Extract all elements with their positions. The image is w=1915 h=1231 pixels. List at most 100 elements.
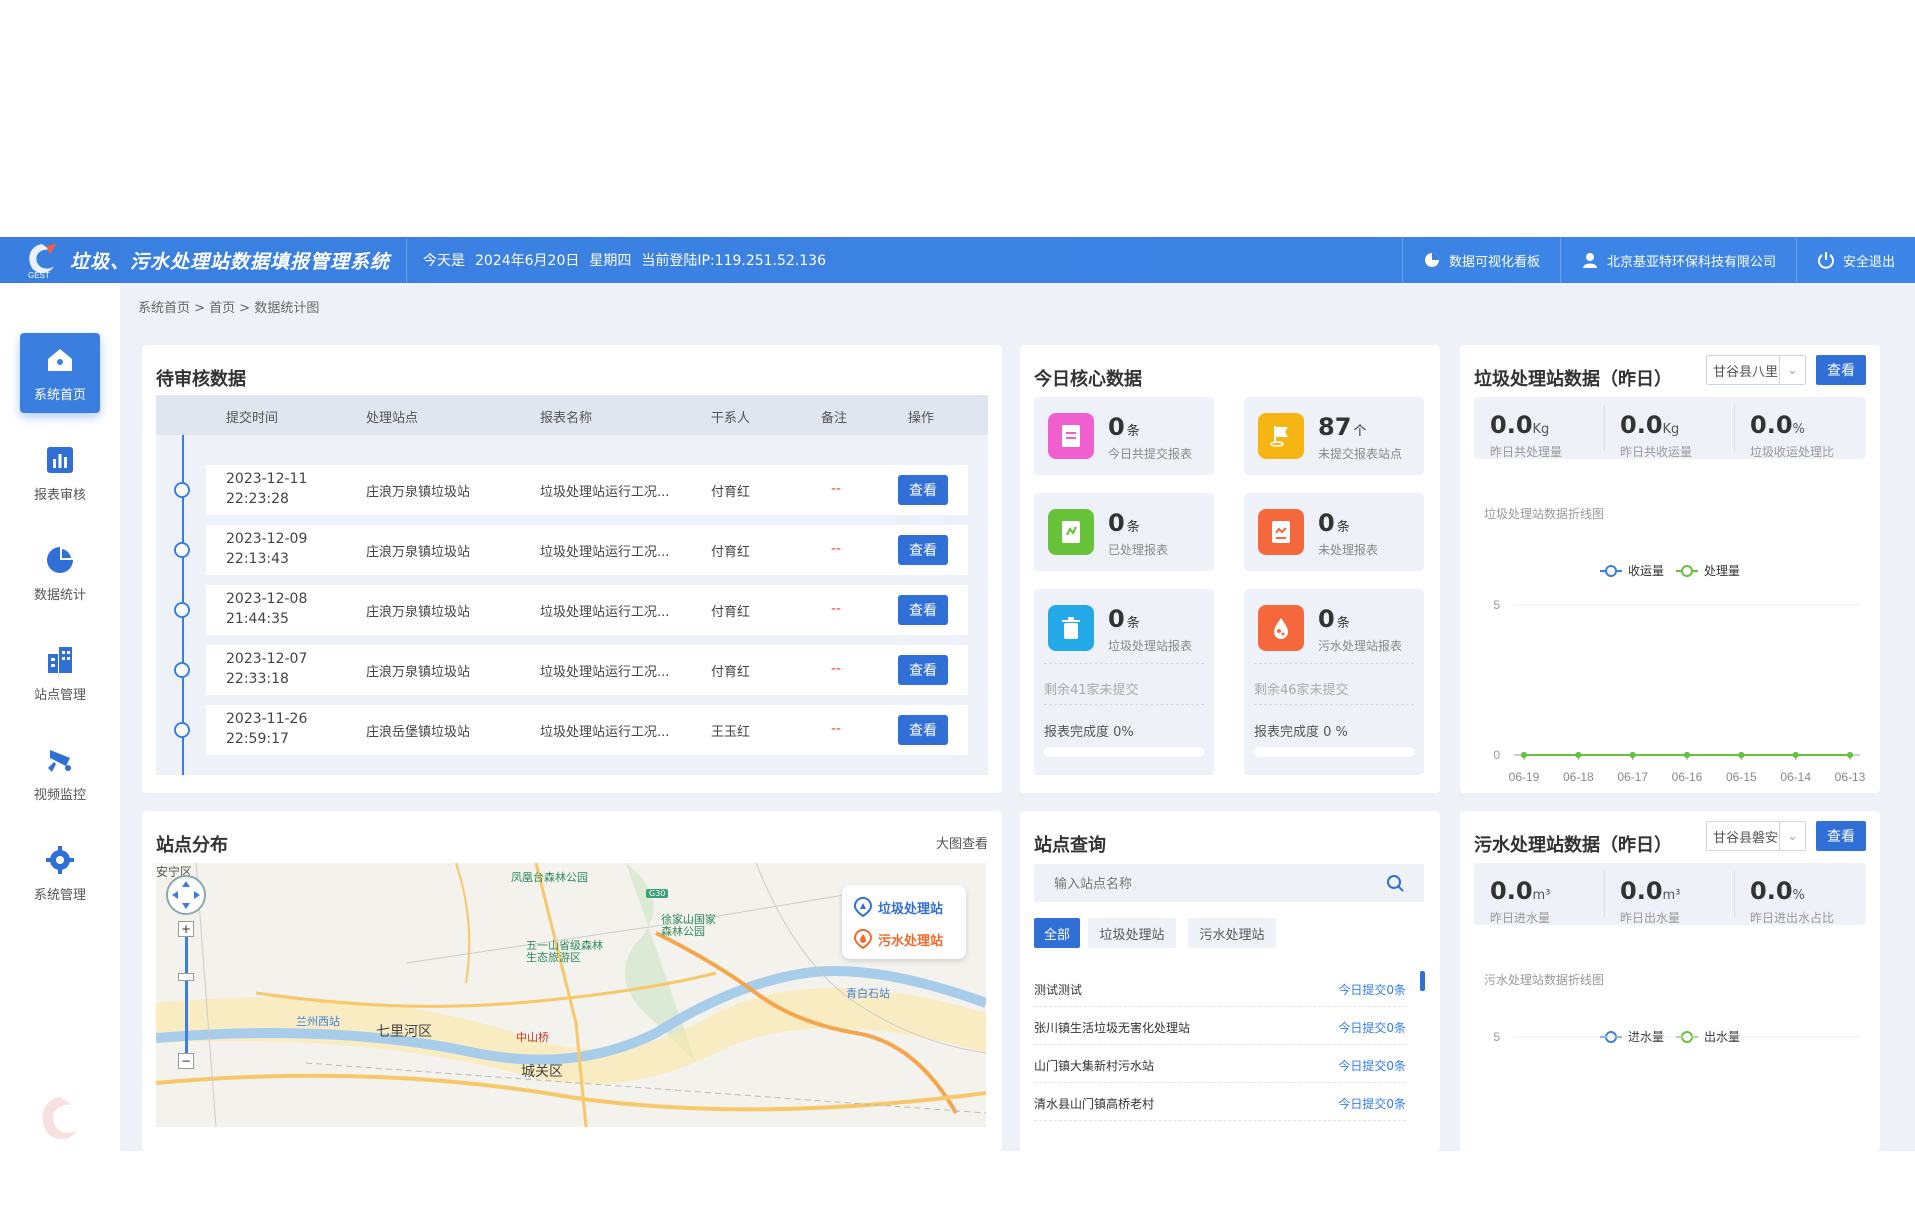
row-date: 2023-11-26: [226, 711, 308, 727]
zoom-slider-handle[interactable]: [178, 973, 194, 981]
list-item[interactable]: 山门镇大集新村污水站 今日提交0条: [1034, 1045, 1406, 1083]
zoom-in-button[interactable]: +: [178, 921, 194, 937]
sidebar-item-system[interactable]: 系统管理: [20, 833, 100, 913]
row-time: 22:23:28: [226, 491, 289, 507]
core-unit: 条: [1126, 616, 1140, 631]
view-button[interactable]: 查看: [898, 655, 948, 685]
view-button[interactable]: 查看: [898, 715, 948, 745]
row-station: 庄浪万泉镇垃圾站: [366, 485, 471, 500]
view-button[interactable]: 查看: [898, 595, 948, 625]
dashboard-link[interactable]: 数据可视化看板: [1401, 237, 1560, 283]
sidebar-item-report-review[interactable]: 报表审核: [20, 433, 100, 513]
station-count: 今日提交0条: [1338, 983, 1406, 997]
stat-value: 0.0: [1750, 877, 1793, 905]
station-count: 今日提交0条: [1338, 1059, 1406, 1073]
sidebar-item-home[interactable]: 系统首页: [20, 333, 100, 413]
sewage-title: 污水处理站数据（昨日）: [1474, 835, 1672, 856]
tab-all[interactable]: 全部: [1034, 918, 1080, 948]
core-value: 87: [1318, 413, 1352, 441]
garbage-query-button[interactable]: 查看: [1816, 355, 1866, 385]
station-count: 今日提交0条: [1338, 1021, 1406, 1035]
row-note: --: [831, 541, 842, 557]
view-button[interactable]: 查看: [898, 535, 948, 565]
legend-garbage-label: 垃圾处理站: [878, 901, 944, 917]
top-header: GEST 垃圾、污水处理站数据填报管理系统 今天是 2024年6月20日 星期四…: [0, 237, 1915, 283]
garbage-station-select[interactable]: 甘谷县八里 ⌄: [1706, 355, 1806, 385]
user-company[interactable]: 北京基亚特环保科技有限公司: [1559, 237, 1796, 283]
station-search-input[interactable]: [1034, 864, 1364, 902]
zoom-out-button[interactable]: −: [178, 1053, 194, 1069]
x-tick-label: 06-18: [1563, 770, 1594, 784]
system-title: 垃圾、污水处理站数据填报管理系统: [70, 250, 391, 273]
search-icon[interactable]: [1386, 874, 1404, 892]
core-value: 0: [1318, 605, 1335, 633]
stat-label: 昨日进出水占比: [1750, 911, 1835, 925]
y-tick-label: 0: [1493, 748, 1500, 762]
tab-garbage[interactable]: 垃圾处理站: [1088, 918, 1176, 948]
row-note: --: [831, 601, 842, 617]
watermark-logo-icon: [30, 1091, 90, 1151]
stat-outflow: 0.0m³ 昨日出水量: [1604, 863, 1734, 925]
legend-sewage[interactable]: 污水处理站: [854, 929, 943, 949]
core-card-submitted: 0条 今日共提交报表: [1034, 397, 1214, 475]
row-station: 庄浪万泉镇垃圾站: [366, 605, 471, 620]
station-name: 清水县山门镇高桥老村: [1034, 1097, 1155, 1111]
list-item[interactable]: 清水县山门镇高桥老村 今日提交0条: [1034, 1083, 1406, 1121]
legend-label: 收运量: [1628, 564, 1664, 578]
tab-sewage[interactable]: 污水处理站: [1188, 918, 1276, 948]
stat-value: 0.0: [1490, 411, 1533, 439]
stat-unit: %: [1792, 888, 1805, 903]
zoom-slider-track[interactable]: [185, 937, 188, 1053]
query-title: 站点查询: [1034, 835, 1106, 856]
x-tick-label: 06-17: [1617, 770, 1648, 784]
view-button[interactable]: 查看: [898, 475, 948, 505]
table-body: 2023-12-11 22:23:28 庄浪万泉镇垃圾站 垃圾处理站运行工况..…: [156, 435, 988, 775]
progress-text: 报表完成度 0 %: [1254, 725, 1348, 740]
map-canvas[interactable]: 安宁区 凤凰台森林公园 徐家山国家 森林公园 五一山省级森林 生态旅游区 兰州西…: [156, 863, 986, 1127]
stat-label: 昨日出水量: [1620, 911, 1681, 925]
map-label: 青白石站: [846, 987, 890, 1000]
row-person: 付育红: [711, 485, 751, 500]
stat-unit: m³: [1662, 888, 1681, 903]
station-name: 张川镇生活垃圾无害化处理站: [1034, 1021, 1191, 1035]
garbage-stats: 0.0Kg 昨日共处理量 0.0Kg 昨日共收运量 0.0% 垃圾收运处理比: [1474, 397, 1866, 459]
map-label: 生态旅游区: [526, 951, 581, 964]
sidebar-item-label: 站点管理: [33, 687, 86, 703]
garbage-select-value: 甘谷县八里: [1713, 364, 1779, 380]
logout-button[interactable]: 安全退出: [1795, 237, 1915, 283]
row-time: 22:13:43: [226, 551, 289, 567]
sewage-station-select[interactable]: 甘谷县磐安 ⌄: [1706, 821, 1806, 851]
list-item[interactable]: 张川镇生活垃圾无害化处理站 今日提交0条: [1034, 1007, 1406, 1045]
sewage-query-button[interactable]: 查看: [1816, 821, 1866, 851]
list-scrollbar[interactable]: [1420, 971, 1425, 991]
x-tick-label: 06-19: [1509, 770, 1540, 784]
sidebar-item-station-manage[interactable]: 站点管理: [20, 633, 100, 713]
sewage-chart-title: 污水处理站数据折线图: [1484, 973, 1605, 987]
station-name: 山门镇大集新村污水站: [1034, 1059, 1155, 1073]
map-pan-control[interactable]: [166, 875, 206, 915]
garbage-panel: 垃圾处理站数据（昨日） 甘谷县八里 ⌄ 查看 0.0Kg 昨日共处理量 0.0K…: [1460, 345, 1880, 793]
x-tick-label: 06-14: [1780, 770, 1811, 784]
data-point: [1629, 752, 1636, 758]
station-name: 测试测试: [1034, 983, 1083, 997]
sewage-stats: 0.0m³ 昨日进水量 0.0m³ 昨日出水量 0.0% 昨日进出水占比: [1474, 863, 1866, 925]
core-card-processed: 0条 已处理报表: [1034, 493, 1214, 571]
row-note: --: [831, 481, 842, 497]
row-date: 2023-12-08: [226, 591, 308, 607]
data-point: [1738, 752, 1745, 758]
sidebar-item-label: 视频监控: [33, 787, 86, 803]
app-logo-icon: GEST: [20, 240, 64, 280]
list-item[interactable]: 测试测试 今日提交0条: [1034, 969, 1406, 1007]
card-divider: [1044, 704, 1204, 705]
sidebar-item-statistics[interactable]: 数据统计: [20, 533, 100, 613]
today-label: 今天是: [423, 253, 466, 269]
card-divider: [1254, 663, 1414, 664]
map-label: 城关区: [521, 1064, 563, 1080]
header-divider: [406, 237, 408, 283]
big-view-link[interactable]: 大图查看: [936, 833, 988, 852]
dashboard-label: 数据可视化看板: [1448, 254, 1540, 270]
map-label: 凤凰台森林公园: [511, 871, 588, 884]
legend-garbage[interactable]: 垃圾处理站: [854, 897, 943, 917]
y-tick-label: 5: [1493, 1030, 1500, 1044]
sidebar-item-video[interactable]: 视频监控: [20, 733, 100, 813]
